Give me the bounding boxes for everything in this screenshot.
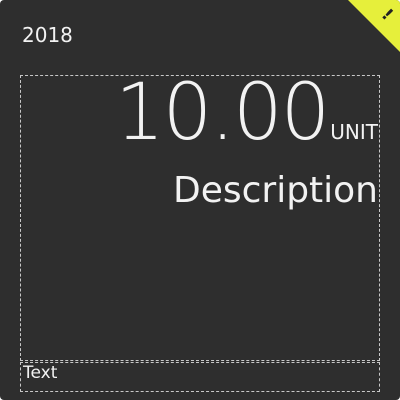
alert-corner-icon[interactable] (348, 0, 400, 52)
year-label: 2018 (22, 23, 73, 47)
footer-area-outline (20, 362, 380, 392)
value-row: 10.00 UNIT (115, 68, 378, 158)
footer-text: Text (23, 363, 58, 383)
kpi-tile: 2018 ! 10.00 UNIT Description Text (0, 0, 400, 400)
kpi-description: Description (172, 170, 378, 211)
kpi-value: 10.00 (114, 68, 330, 158)
kpi-unit: UNIT (330, 120, 378, 144)
